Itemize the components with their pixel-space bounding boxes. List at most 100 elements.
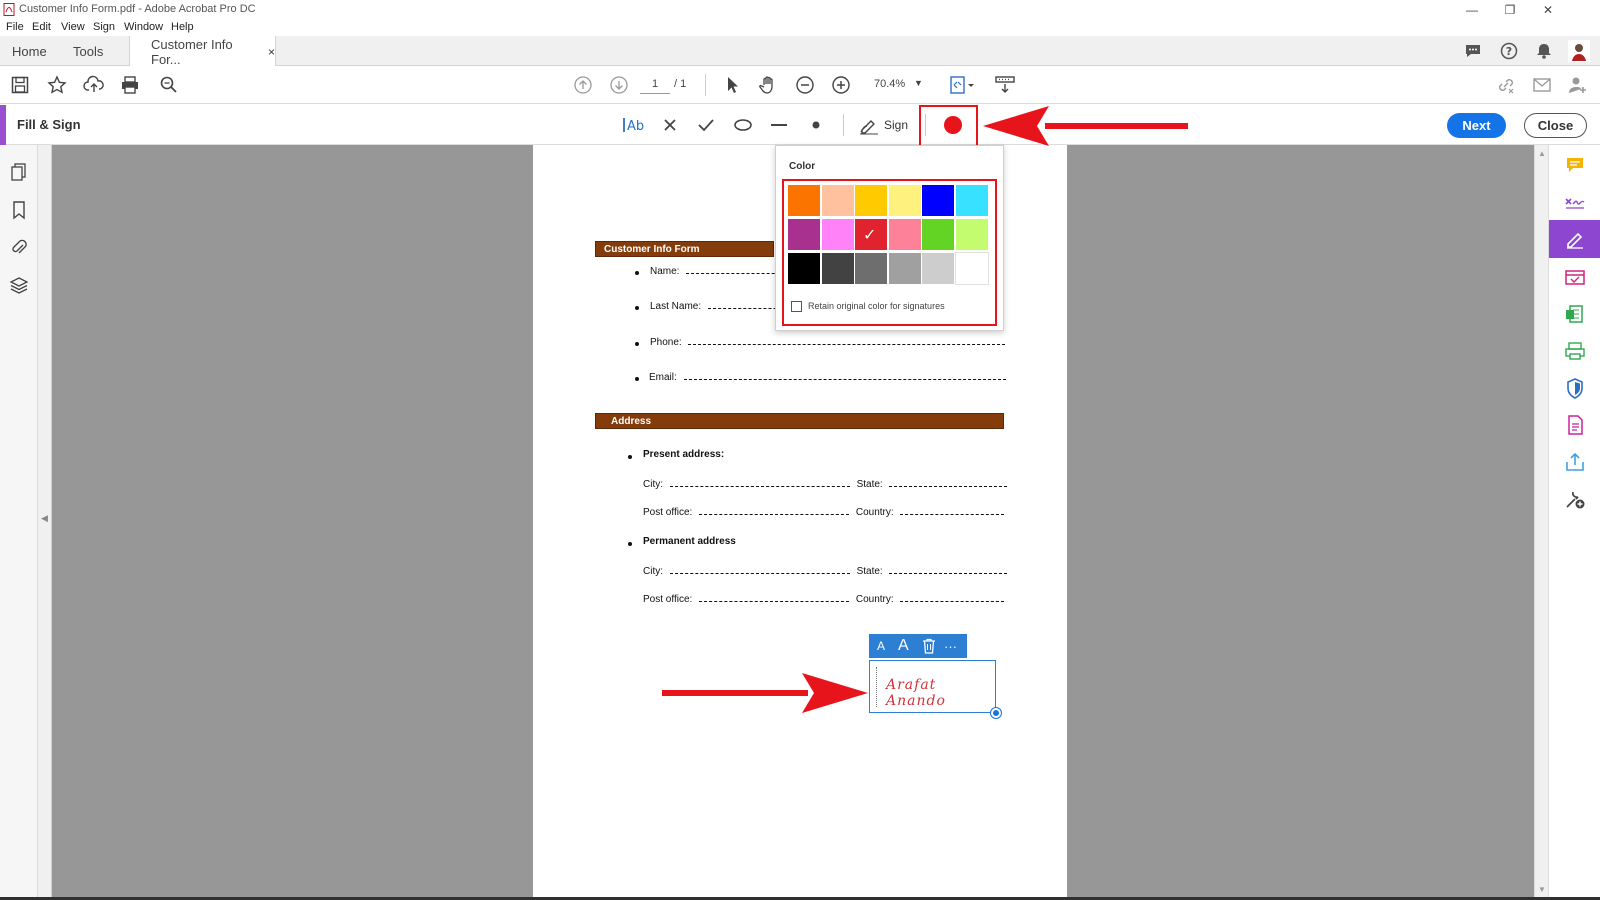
help-icon[interactable]: ? <box>1500 42 1518 60</box>
previous-page-icon[interactable] <box>571 73 595 97</box>
scroll-mode-icon[interactable] <box>993 73 1017 97</box>
more-options-button[interactable]: ··· <box>944 634 957 658</box>
layers-icon[interactable] <box>8 274 30 296</box>
comment-bubble-icon[interactable] <box>1464 42 1482 60</box>
print-icon[interactable] <box>118 73 142 97</box>
organize-icon[interactable] <box>1563 265 1587 289</box>
state-label: State: <box>856 479 883 490</box>
link-icon[interactable] <box>1494 73 1518 97</box>
menu-file[interactable]: File <box>6 21 24 33</box>
add-user-icon[interactable] <box>1566 73 1590 97</box>
zoom-level-input[interactable]: 70.4% <box>874 78 905 90</box>
page-fit-icon[interactable] <box>947 73 977 97</box>
fill-sign-icon[interactable] <box>1563 190 1587 214</box>
color-swatch[interactable] <box>854 184 888 217</box>
present-post-country-row[interactable]: Post office: Country: <box>643 506 1005 518</box>
collapse-arrow-icon[interactable]: ◀ <box>41 513 48 524</box>
search-zoom-icon[interactable] <box>157 73 181 97</box>
tab-home[interactable]: Home <box>12 36 47 66</box>
menu-edit[interactable]: Edit <box>32 21 51 33</box>
color-swatch[interactable] <box>787 218 821 251</box>
tools-more-icon[interactable] <box>1563 487 1587 511</box>
menu-view[interactable]: View <box>61 21 85 33</box>
tab-tools[interactable]: Tools <box>73 36 103 66</box>
color-swatch[interactable] <box>954 218 989 251</box>
resize-handle[interactable] <box>991 708 1001 718</box>
line-icon[interactable] <box>767 113 791 137</box>
hand-tool-icon[interactable] <box>756 73 780 97</box>
color-swatch[interactable] <box>887 184 922 217</box>
check-mark-icon[interactable] <box>694 113 718 137</box>
menu-help[interactable]: Help <box>171 21 194 33</box>
add-text-icon[interactable]: Ab <box>621 113 647 137</box>
email-icon[interactable] <box>1530 73 1554 97</box>
ellipse-icon[interactable] <box>731 113 755 137</box>
select-cursor-icon[interactable] <box>720 73 744 97</box>
color-swatch[interactable] <box>921 252 955 285</box>
close-window-button[interactable]: ✕ <box>1528 0 1568 20</box>
tab-document[interactable]: Customer Info For... × <box>129 36 276 67</box>
scroll-down-icon[interactable]: ▼ <box>1538 885 1546 894</box>
comment-icon[interactable] <box>1563 153 1587 177</box>
section-customer-info: Customer Info Form <box>595 241 774 257</box>
decrease-size-button[interactable]: A <box>877 634 885 658</box>
next-page-icon[interactable] <box>607 73 631 97</box>
color-swatch[interactable] <box>787 252 821 285</box>
color-swatch[interactable] <box>954 184 989 217</box>
export-icon[interactable] <box>1563 302 1587 326</box>
close-button[interactable]: Close <box>1524 113 1587 138</box>
cross-mark-icon[interactable] <box>658 113 682 137</box>
sign-button[interactable]: Sign <box>858 113 908 137</box>
create-pdf-icon[interactable] <box>1563 413 1587 437</box>
color-swatch[interactable] <box>954 252 989 285</box>
vertical-scrollbar[interactable]: ▲ ▼ <box>1534 145 1548 900</box>
color-swatch[interactable] <box>921 184 955 217</box>
menu-sign[interactable]: Sign <box>93 21 115 33</box>
scroll-up-icon[interactable]: ▲ <box>1538 149 1546 158</box>
email-field-row[interactable]: Email: <box>649 371 1006 383</box>
color-swatch[interactable] <box>887 218 922 251</box>
user-avatar-icon[interactable] <box>1568 40 1590 62</box>
delete-icon[interactable] <box>922 634 936 658</box>
sign-icon[interactable] <box>1563 227 1587 251</box>
close-tab-icon[interactable]: × <box>268 45 275 59</box>
color-swatch[interactable] <box>820 252 855 285</box>
permanent-city-state-row[interactable]: City: State: <box>643 565 1008 577</box>
menu-window[interactable]: Window <box>124 21 163 33</box>
zoom-out-icon[interactable] <box>793 73 817 97</box>
zoom-dropdown-icon[interactable]: ▼ <box>914 78 923 88</box>
bullet <box>635 377 639 381</box>
color-swatch[interactable] <box>820 218 855 251</box>
phone-field-row[interactable]: Phone: <box>650 336 1006 348</box>
minimize-button[interactable]: — <box>1452 0 1492 20</box>
present-city-state-row[interactable]: City: State: <box>643 478 1008 490</box>
fill-sign-toolbar: Fill & Sign Ab Sign Next Close <box>0 105 1600 145</box>
signature-field[interactable]: Arafat Anando <box>869 660 1001 718</box>
dot-icon[interactable] <box>804 113 828 137</box>
permanent-post-country-row[interactable]: Post office: Country: <box>643 593 1005 605</box>
notification-bell-icon[interactable] <box>1535 42 1553 60</box>
cloud-upload-icon[interactable] <box>82 73 106 97</box>
nav-collapse-strip[interactable]: ◀ <box>38 145 52 900</box>
increase-size-button[interactable]: A <box>898 634 909 658</box>
bookmark-icon[interactable] <box>8 199 30 221</box>
pages-icon[interactable] <box>8 161 30 183</box>
attachment-icon[interactable] <box>8 236 30 258</box>
color-swatch[interactable] <box>854 252 888 285</box>
restore-button[interactable]: ❐ <box>1490 0 1530 20</box>
state-line <box>889 478 1008 487</box>
color-swatch[interactable] <box>921 218 955 251</box>
retain-color-checkbox[interactable] <box>791 301 802 312</box>
save-icon[interactable] <box>8 73 32 97</box>
color-swatch[interactable]: ✓ <box>854 218 888 251</box>
protect-icon[interactable] <box>1563 376 1587 400</box>
print-production-icon[interactable] <box>1563 339 1587 363</box>
next-button[interactable]: Next <box>1447 113 1506 138</box>
page-number-input[interactable]: 1 <box>640 74 670 94</box>
bookmark-star-icon[interactable] <box>45 73 69 97</box>
color-swatch[interactable] <box>820 184 855 217</box>
share-icon[interactable] <box>1563 450 1587 474</box>
zoom-in-icon[interactable] <box>829 73 853 97</box>
color-swatch[interactable] <box>887 252 922 285</box>
color-swatch[interactable] <box>787 184 821 217</box>
